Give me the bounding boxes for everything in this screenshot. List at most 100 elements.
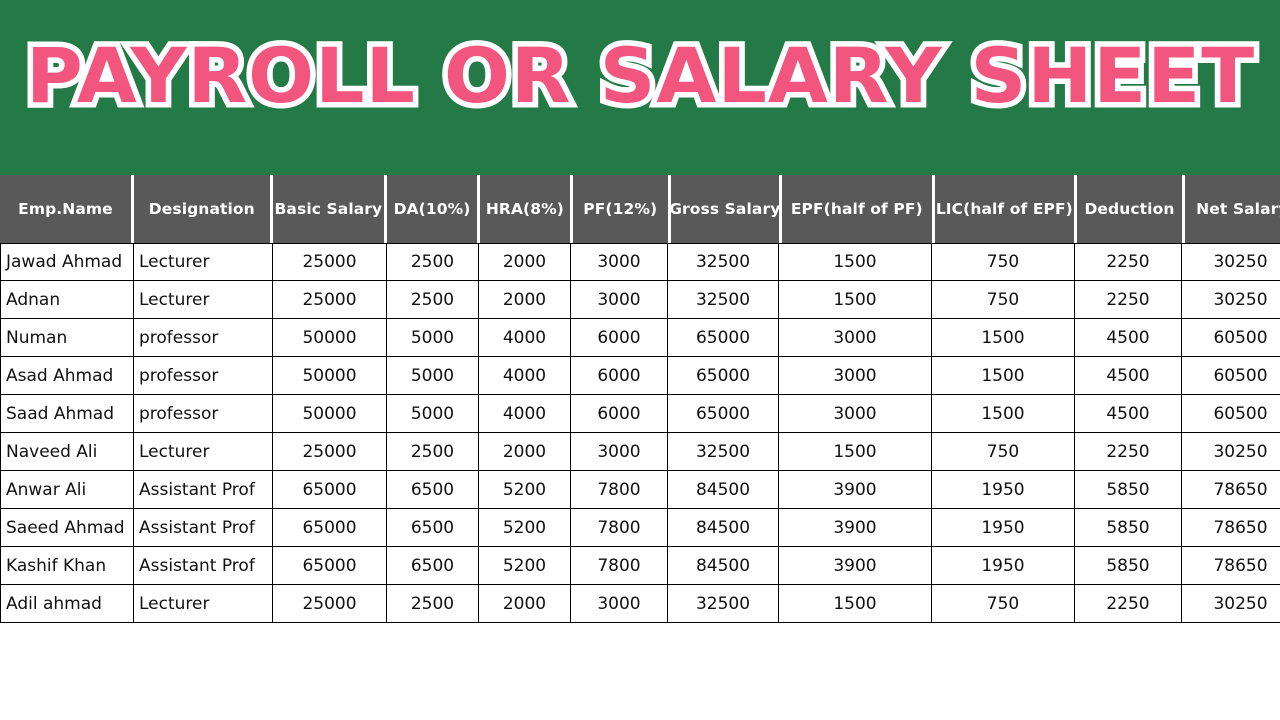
column-header-basic-salary[interactable]: Basic Salary — [272, 175, 385, 243]
table-cell[interactable]: 3000 — [779, 357, 932, 395]
table-cell[interactable]: 3900 — [779, 547, 932, 585]
table-cell[interactable]: 1500 — [932, 319, 1075, 357]
table-row[interactable]: Saad Ahmad professor 50000 5000 4000 6000 6500… — [0, 395, 1280, 433]
table-cell[interactable]: 50000 — [273, 395, 387, 433]
table-cell[interactable]: 32500 — [668, 585, 779, 623]
table-cell[interactable]: 84500 — [668, 509, 779, 547]
table-cell[interactable]: 50000 — [273, 319, 387, 357]
table-cell[interactable]: 1950 — [932, 509, 1075, 547]
table-cell[interactable]: 78650 — [1182, 471, 1280, 509]
table-cell[interactable]: 5850 — [1075, 547, 1182, 585]
table-cell[interactable]: 25000 — [273, 281, 387, 319]
table-cell[interactable]: 4500 — [1075, 357, 1182, 395]
table-cell[interactable]: 750 — [932, 585, 1075, 623]
column-header-designation[interactable]: Designation — [133, 175, 270, 243]
table-cell[interactable]: 60500 — [1182, 319, 1280, 357]
table-cell[interactable]: 750 — [932, 243, 1075, 281]
table-row[interactable]: Jawad Ahmad Lecturer 25000 2500 2000 3000 3250… — [0, 243, 1280, 281]
table-cell[interactable]: 60500 — [1182, 395, 1280, 433]
table-cell[interactable]: 2250 — [1075, 243, 1182, 281]
table-cell[interactable]: 5200 — [479, 471, 571, 509]
table-cell[interactable]: Naveed Ali — [0, 433, 134, 471]
table-cell[interactable]: 1500 — [779, 585, 932, 623]
column-header-pf-12[interactable]: PF(12%) — [572, 175, 668, 243]
table-cell[interactable]: 65000 — [668, 357, 779, 395]
table-cell[interactable]: 32500 — [668, 281, 779, 319]
table-cell[interactable]: 2500 — [387, 433, 479, 471]
table-cell[interactable]: 5000 — [387, 395, 479, 433]
table-cell[interactable]: 32500 — [668, 243, 779, 281]
table-cell[interactable]: 84500 — [668, 471, 779, 509]
table-cell[interactable]: 2000 — [479, 281, 571, 319]
table-cell[interactable]: 2500 — [387, 281, 479, 319]
table-cell[interactable]: 3000 — [779, 395, 932, 433]
table-cell[interactable]: Lecturer — [134, 281, 273, 319]
table-cell[interactable]: 750 — [932, 433, 1075, 471]
column-header-hra-8[interactable]: HRA(8%) — [479, 175, 570, 243]
table-cell[interactable]: 6500 — [387, 509, 479, 547]
table-cell[interactable]: 25000 — [273, 433, 387, 471]
table-cell[interactable]: 6000 — [571, 319, 668, 357]
table-cell[interactable]: Assistant Prof — [134, 547, 273, 585]
table-cell[interactable]: 6500 — [387, 471, 479, 509]
table-cell[interactable]: 65000 — [668, 319, 779, 357]
table-cell[interactable]: 2000 — [479, 585, 571, 623]
table-cell[interactable]: 4500 — [1075, 319, 1182, 357]
table-cell[interactable]: 65000 — [273, 547, 387, 585]
table-cell[interactable]: 65000 — [273, 509, 387, 547]
table-cell[interactable]: 1500 — [779, 243, 932, 281]
table-cell[interactable]: Anwar Ali — [0, 471, 134, 509]
table-cell[interactable]: Saad Ahmad — [0, 395, 134, 433]
table-row[interactable]: Numan professor 50000 5000 4000 6000 65000 3000… — [0, 319, 1280, 357]
table-cell[interactable]: Adnan — [0, 281, 134, 319]
table-cell[interactable]: 50000 — [273, 357, 387, 395]
table-cell[interactable]: 1500 — [932, 357, 1075, 395]
table-cell[interactable]: 6000 — [571, 395, 668, 433]
table-cell[interactable]: Assistant Prof — [134, 509, 273, 547]
table-cell[interactable]: Kashif Khan — [0, 547, 134, 585]
table-cell[interactable]: 1500 — [932, 395, 1075, 433]
table-cell[interactable]: 30250 — [1182, 433, 1280, 471]
table-cell[interactable]: 3000 — [571, 243, 668, 281]
table-cell[interactable]: 1950 — [932, 471, 1075, 509]
table-cell[interactable]: 2250 — [1075, 433, 1182, 471]
table-row[interactable]: Kashif Khan Assistant Prof 65000 6500 5200 78… — [0, 547, 1280, 585]
table-row[interactable]: Naveed Ali Lecturer 25000 2500 2000 3000 32500… — [0, 433, 1280, 471]
table-cell[interactable]: 2500 — [387, 585, 479, 623]
table-cell[interactable]: 78650 — [1182, 509, 1280, 547]
table-cell[interactable]: 4000 — [479, 395, 571, 433]
column-header-emp-name[interactable]: Emp.Name — [0, 175, 131, 243]
table-cell[interactable]: 78650 — [1182, 547, 1280, 585]
table-cell[interactable]: 2250 — [1075, 585, 1182, 623]
table-cell[interactable]: 750 — [932, 281, 1075, 319]
table-cell[interactable]: 65000 — [273, 471, 387, 509]
table-cell[interactable]: 65000 — [668, 395, 779, 433]
table-cell[interactable]: professor — [134, 395, 273, 433]
table-cell[interactable]: 4000 — [479, 357, 571, 395]
table-cell[interactable]: 7800 — [571, 471, 668, 509]
column-header-gross-salary[interactable]: Gross Salary — [670, 175, 780, 243]
table-row[interactable]: Anwar Ali Assistant Prof 65000 6500 5200 7800… — [0, 471, 1280, 509]
table-cell[interactable]: 6000 — [571, 357, 668, 395]
table-cell[interactable]: 2000 — [479, 243, 571, 281]
table-cell[interactable]: Jawad Ahmad — [0, 243, 134, 281]
table-cell[interactable]: 3000 — [779, 319, 932, 357]
table-cell[interactable]: 1500 — [779, 433, 932, 471]
table-cell[interactable]: 2000 — [479, 433, 571, 471]
column-header-epf-half-of-pf[interactable]: EPF(half of PF) — [782, 175, 932, 243]
table-cell[interactable]: 30250 — [1182, 585, 1280, 623]
table-cell[interactable]: 7800 — [571, 509, 668, 547]
table-cell[interactable]: 2500 — [387, 243, 479, 281]
table-cell[interactable]: Saeed Ahmad — [0, 509, 134, 547]
table-cell[interactable]: 5200 — [479, 509, 571, 547]
table-cell[interactable]: professor — [134, 357, 273, 395]
table-cell[interactable]: 1500 — [779, 281, 932, 319]
table-row[interactable]: Asad Ahmad professor 50000 5000 4000 6000 6500… — [0, 357, 1280, 395]
column-header-net-salary[interactable]: Net Salary — [1184, 175, 1280, 243]
table-cell[interactable]: Lecturer — [134, 433, 273, 471]
table-cell[interactable]: professor — [134, 319, 273, 357]
table-cell[interactable]: Adil ahmad — [0, 585, 134, 623]
table-cell[interactable]: 3900 — [779, 509, 932, 547]
table-cell[interactable]: 30250 — [1182, 243, 1280, 281]
table-cell[interactable]: 5200 — [479, 547, 571, 585]
